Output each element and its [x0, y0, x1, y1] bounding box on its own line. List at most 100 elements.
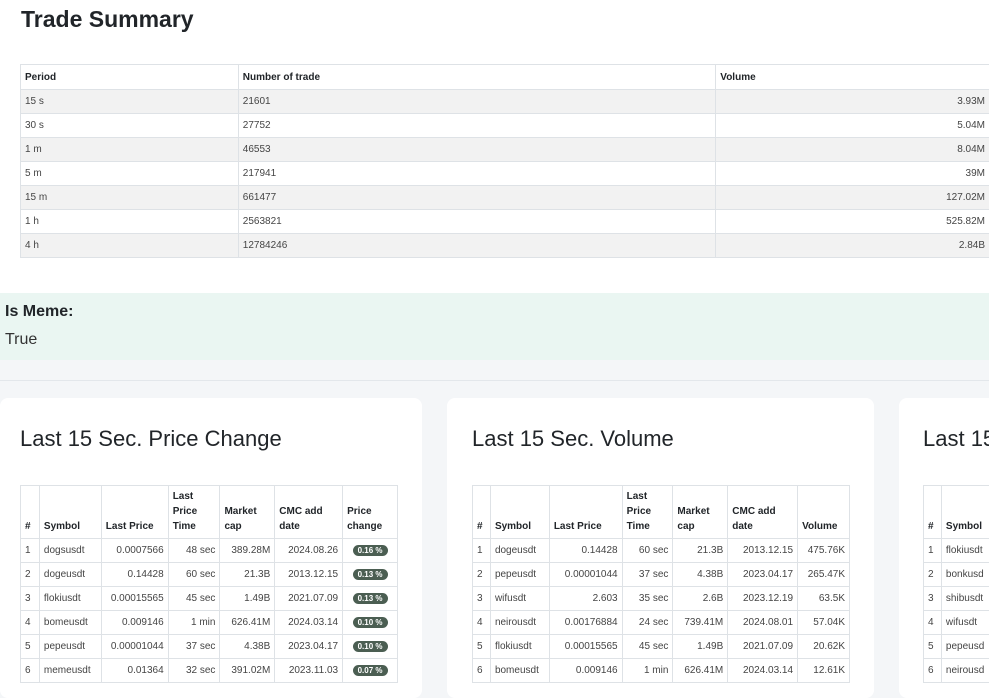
is-meme-section: Is Meme: True [0, 293, 989, 360]
volume-card: Last 15 Sec. Volume # Symbol Last Price … [447, 398, 874, 698]
period-cell: 30 s [21, 114, 239, 138]
last-price-time-cell: 32 sec [168, 659, 220, 683]
header-last-price[interactable]: Last Price [101, 486, 168, 539]
cmc-add-date-cell: 2024.08.26 [275, 539, 343, 563]
symbol-cell: flokiusdt [941, 539, 989, 563]
last-price-cell: 0.14428 [101, 563, 168, 587]
rank-cell: 6 [473, 659, 491, 683]
header-volume[interactable]: Volume [716, 65, 989, 90]
price-change-cell: 0.13 % [343, 563, 398, 587]
header-last-price-time[interactable]: Last Price Time [622, 486, 673, 539]
table-row: 1 m 46553 8.04M [21, 138, 989, 162]
last-price-cell: 0.14428 [549, 539, 622, 563]
table-row: 4 wifusdt [924, 611, 989, 635]
last-price-time-cell: 35 sec [622, 587, 673, 611]
period-cell: 5 m [21, 162, 239, 186]
table-row: 4 h 12784246 2.84B [21, 234, 989, 258]
market-cap-cell: 1.49B [673, 635, 728, 659]
price-change-badge: 0.13 % [353, 593, 388, 604]
last-price-time-cell: 24 sec [622, 611, 673, 635]
cmc-add-date-cell: 2013.12.15 [728, 539, 798, 563]
header-number-of-trade[interactable]: Number of trade [238, 65, 715, 90]
page-title: Trade Summary [21, 6, 194, 33]
header-market-cap[interactable]: Market cap [673, 486, 728, 539]
last-price-cell: 0.00001044 [101, 635, 168, 659]
header-last-price[interactable]: Last Price [549, 486, 622, 539]
price-change-cell: 0.07 % [343, 659, 398, 683]
volume-cell: 265.47K [798, 563, 850, 587]
volume-cell: 525.82M [716, 210, 989, 234]
table-row: 30 s 27752 5.04M [21, 114, 989, 138]
rank-cell: 4 [924, 611, 942, 635]
card-title: Last 15 Sec. Volume [472, 426, 674, 452]
third-card: Last 15 # Symbol 1 flokiusdt 2 bonkusd 3… [899, 398, 989, 698]
symbol-cell: neirousdt [490, 611, 549, 635]
symbol-cell: dogeusdt [490, 539, 549, 563]
table-header-row: # Symbol Last Price Last Price Time Mark… [473, 486, 850, 539]
symbol-cell: flokiusdt [39, 587, 101, 611]
trades-cell: 217941 [238, 162, 715, 186]
header-rank[interactable]: # [473, 486, 491, 539]
symbol-cell: wifusdt [490, 587, 549, 611]
table-row: 6 bomeusdt 0.009146 1 min 626.41M 2024.0… [473, 659, 850, 683]
table-row: 2 dogeusdt 0.14428 60 sec 21.3B 2013.12.… [21, 563, 398, 587]
table-row: 3 flokiusdt 0.00015565 45 sec 1.49B 2021… [21, 587, 398, 611]
header-market-cap[interactable]: Market cap [220, 486, 275, 539]
header-rank[interactable]: # [21, 486, 40, 539]
cmc-add-date-cell: 2021.07.09 [728, 635, 798, 659]
volume-cell: 20.62K [798, 635, 850, 659]
symbol-cell: pepeusdt [490, 563, 549, 587]
price-change-cell: 0.10 % [343, 635, 398, 659]
rank-cell: 2 [473, 563, 491, 587]
symbol-cell: bomeusdt [490, 659, 549, 683]
table-row: 4 neirousdt 0.00176884 24 sec 739.41M 20… [473, 611, 850, 635]
volume-cell: 5.04M [716, 114, 989, 138]
header-volume[interactable]: Volume [798, 486, 850, 539]
table-row: 15 s 21601 3.93M [21, 90, 989, 114]
symbol-cell: wifusdt [941, 611, 989, 635]
market-cap-cell: 739.41M [673, 611, 728, 635]
rank-cell: 2 [21, 563, 40, 587]
header-last-price-time[interactable]: Last Price Time [168, 486, 220, 539]
market-cap-cell: 21.3B [220, 563, 275, 587]
trades-cell: 27752 [238, 114, 715, 138]
header-symbol[interactable]: Symbol [39, 486, 101, 539]
table-row: 5 m 217941 39M [21, 162, 989, 186]
last-price-time-cell: 37 sec [622, 563, 673, 587]
last-price-cell: 0.00015565 [549, 635, 622, 659]
trades-cell: 2563821 [238, 210, 715, 234]
table-row: 2 bonkusd [924, 563, 989, 587]
table-row: 5 flokiusdt 0.00015565 45 sec 1.49B 2021… [473, 635, 850, 659]
header-symbol[interactable]: Symbol [490, 486, 549, 539]
rank-cell: 3 [924, 587, 942, 611]
header-cmc-add-date[interactable]: CMC add date [728, 486, 798, 539]
section-divider [0, 380, 989, 381]
volume-cell: 2.84B [716, 234, 989, 258]
table-row: 6 neirousd [924, 659, 989, 683]
rank-cell: 1 [924, 539, 942, 563]
rank-cell: 6 [924, 659, 942, 683]
last-price-time-cell: 37 sec [168, 635, 220, 659]
price-change-cell: 0.16 % [343, 539, 398, 563]
last-price-cell: 0.009146 [549, 659, 622, 683]
trade-summary-section: Trade Summary Period Number of trade Vol… [0, 0, 989, 293]
volume-cell: 12.61K [798, 659, 850, 683]
table-row: 15 m 661477 127.02M [21, 186, 989, 210]
last-price-cell: 0.01364 [101, 659, 168, 683]
trade-summary-table: Period Number of trade Volume 15 s 21601… [20, 64, 989, 258]
third-table: # Symbol 1 flokiusdt 2 bonkusd 3 shibusd… [923, 485, 989, 683]
last-price-time-cell: 1 min [168, 611, 220, 635]
table-header-row: Period Number of trade Volume [21, 65, 989, 90]
header-period[interactable]: Period [21, 65, 239, 90]
symbol-cell: dogeusdt [39, 563, 101, 587]
header-cmc-add-date[interactable]: CMC add date [275, 486, 343, 539]
trades-cell: 21601 [238, 90, 715, 114]
volume-cell: 8.04M [716, 138, 989, 162]
header-rank[interactable]: # [924, 486, 942, 539]
last-price-time-cell: 45 sec [168, 587, 220, 611]
rank-cell: 2 [924, 563, 942, 587]
header-symbol[interactable]: Symbol [941, 486, 989, 539]
is-meme-label: Is Meme: [5, 303, 73, 321]
rank-cell: 4 [473, 611, 491, 635]
header-price-change[interactable]: Price change [343, 486, 398, 539]
